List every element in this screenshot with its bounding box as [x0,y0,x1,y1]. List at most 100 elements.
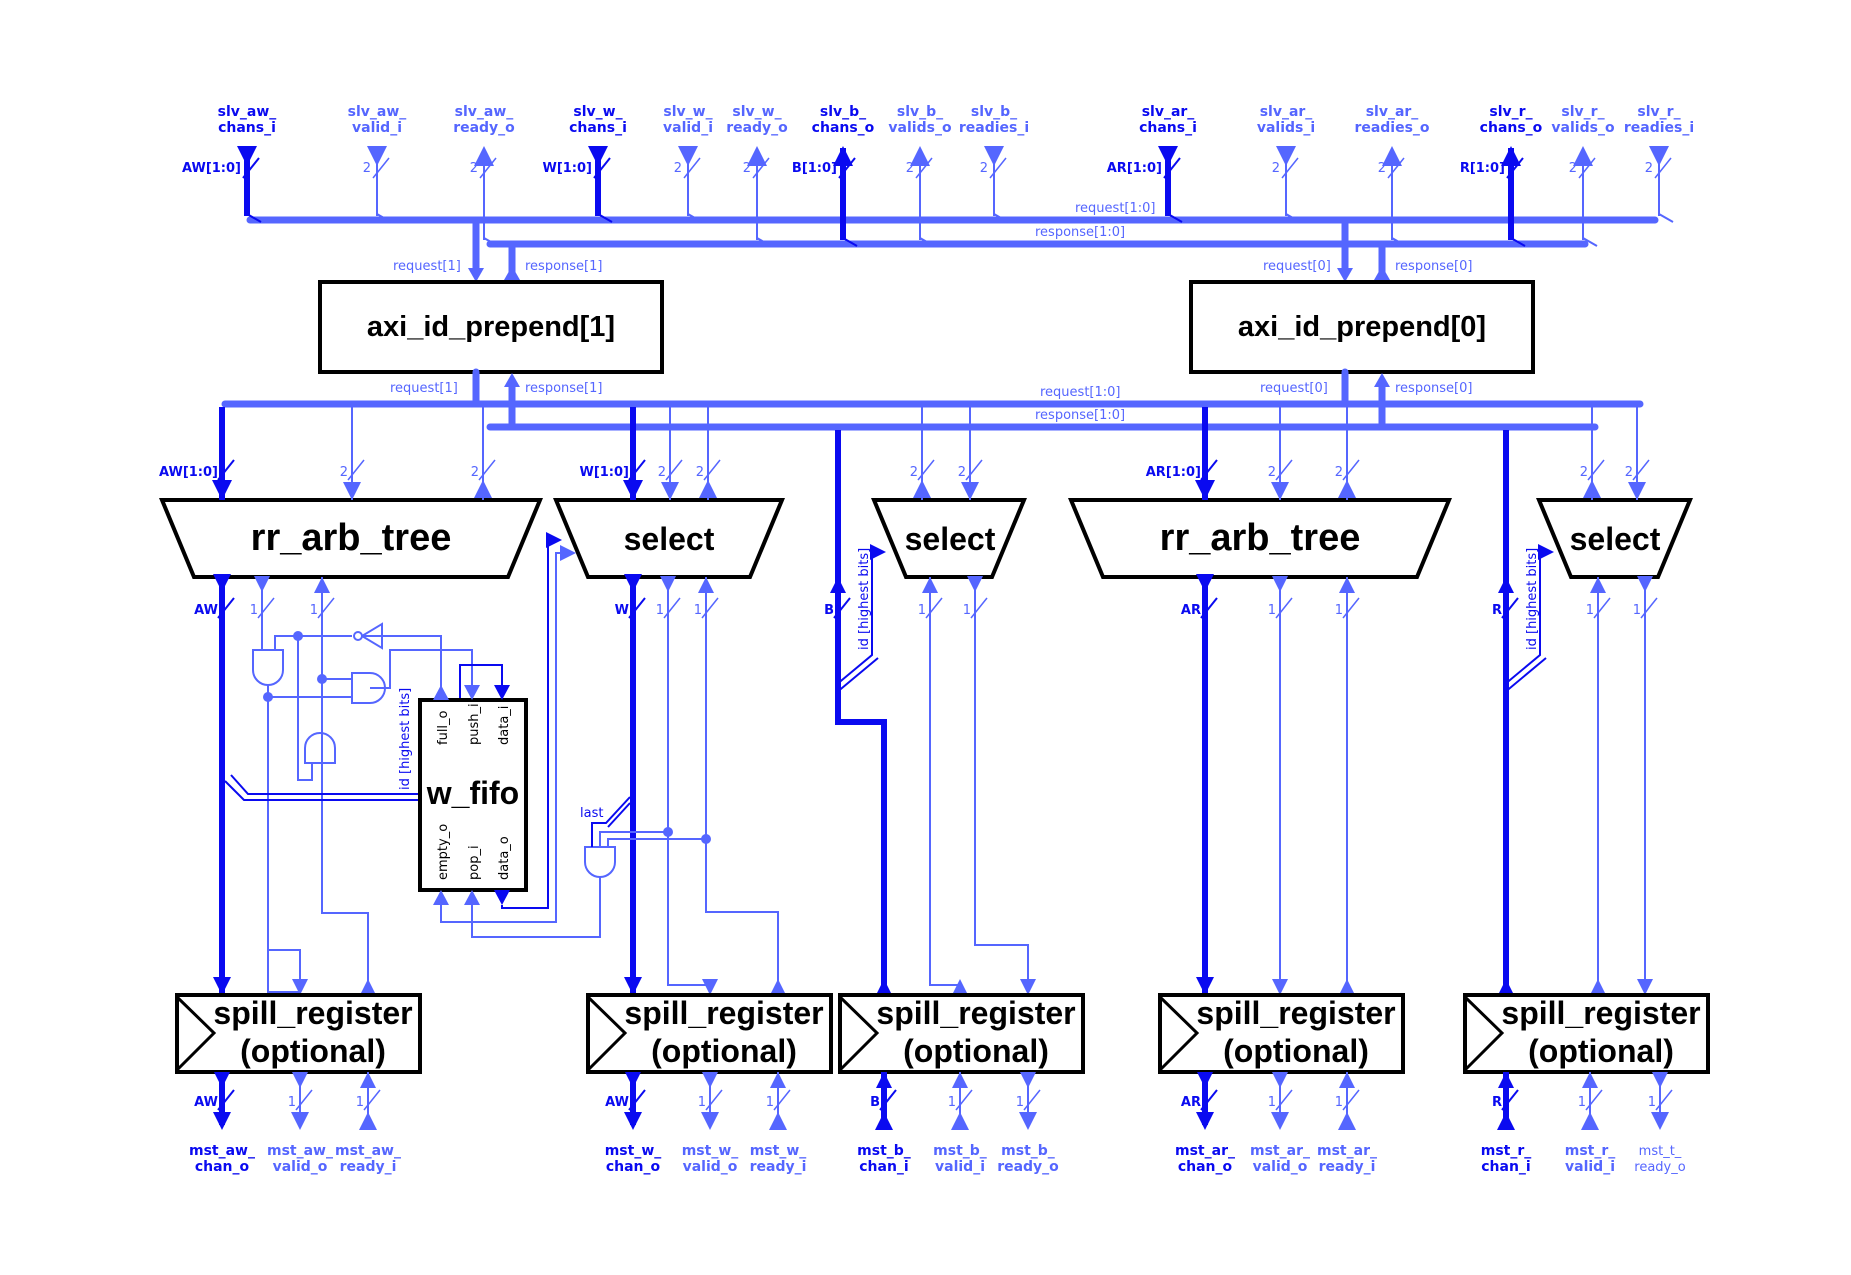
aw-rr-arb-tree[interactable]: rr_arb_tree [159,498,543,579]
mux-input-width: AW[1:0] [159,465,218,480]
master-port-label: ready_o [997,1159,1059,1175]
prepend1-title: axi_id_prepend[1] [367,311,615,343]
slave-port-slv_ar_valids_i[interactable]: 2 [1272,146,1301,223]
prepend1-resp-in-label: response[1] [525,259,602,274]
master-port-wires: AW 1 1 AW 1 1 B 1 1 AR 1 1 R 1 1 [194,1072,1673,1130]
slave-port-slv_ar_readies_o[interactable]: 2 [1378,146,1407,247]
axi-mux-block-diagram: request[1:0] response[1:0] request[1:0] … [159,104,1710,1175]
master-port-mst_ar_valid_o[interactable]: 1 [1268,1072,1293,1130]
master-port-width: 1 [698,1095,706,1110]
slave-port-slv_r_valids_o[interactable]: 2 [1569,146,1598,247]
slave-port-label: slv_ar_ [1260,104,1313,120]
fifo-port-data-o: data_o [497,836,512,880]
spill-register-3[interactable]: spill_register(optional) [1158,993,1405,1074]
master-port-mst_t_ready_o[interactable]: 1 [1648,1072,1673,1130]
slave-port-label: readies_i [959,120,1029,136]
slave-port-slv_b_chans_o[interactable]: B[1:0] [792,146,858,247]
master-port-width: 1 [356,1095,364,1110]
master-port-mst_r_chan_i[interactable]: R [1492,1072,1519,1130]
mux-input-width: 2 [1580,465,1588,480]
b-select[interactable]: select [871,498,1027,579]
slave-port-wires: AW[1:0] 2 2 W[1:0] 2 2 B[1:0] 2 2 AR[1:0] 2 2 R[1:0]… [182,146,1674,247]
master-port-label: chan_i [859,1159,908,1175]
slave-port-label: slv_aw_ [455,104,514,120]
spill-subtitle: (optional) [1528,1033,1674,1069]
prepend1-req-out-label: request[1] [390,381,458,396]
master-port-mst_r_valid_i[interactable]: 1 [1578,1072,1603,1130]
master-port-mst_b_valid_i[interactable]: 1 [948,1072,973,1130]
spill-register-0[interactable]: spill_register(optional) [175,993,422,1074]
fifo-port-pop: pop_i [467,845,482,880]
master-port-mst_ar_chan_o[interactable]: AR [1181,1072,1218,1130]
fifo-title: w_fifo [426,775,519,811]
master-port-mst_ar_ready_i[interactable]: 1 [1335,1072,1360,1130]
mux-output-wire: 1 [656,576,718,995]
master-port-label: mst_ar_ [1175,1143,1235,1159]
mux-output-wire: 1 [918,577,968,995]
r-select[interactable]: select [1536,498,1693,579]
master-port-mst_b_ready_o[interactable]: 1 [1016,1072,1041,1130]
mux-input-wire: 2 [1625,407,1650,500]
top-response-bus-label: response[1:0] [1035,225,1125,240]
slave-port-slv_w_chans_i[interactable]: W[1:0] [542,146,613,223]
spill-title: spill_register [1501,995,1700,1031]
slave-port-width: 2 [470,161,478,176]
mid-request-bus-label: request[1:0] [1040,385,1120,400]
axi-id-prepend-0[interactable]: request[0] response[0] axi_id_prepend[0]… [1189,216,1535,431]
master-port-width: AW [605,1095,629,1110]
slave-port-slv_aw_chans_i[interactable]: AW[1:0] [182,146,262,223]
slave-port-label: chans_i [1139,120,1197,136]
mux-input-width: 2 [1335,465,1343,480]
fifo-port-full: full_o [436,710,451,745]
master-port-label: valid_o [1253,1159,1308,1175]
master-port-label: valid_o [683,1159,738,1175]
slave-port-label: slv_b_ [820,104,866,120]
master-port-mst_w_ready_i[interactable]: 1 [766,1072,791,1130]
master-port-mst_aw_ready_i[interactable]: 1 [356,1072,381,1130]
slave-port-slv_r_readies_i[interactable]: 2 [1645,146,1674,223]
master-port-mst_b_chan_i[interactable]: B [870,1072,897,1130]
slave-port-labels: slv_aw_chans_islv_aw_valid_islv_aw_ready… [218,104,1694,136]
slave-port-slv_w_valid_i[interactable]: 2 [674,146,703,223]
master-port-mst_aw_chan_o[interactable]: AW [194,1072,235,1130]
r-id-note: id [highest bits] [1525,548,1540,650]
slave-port-label: slv_aw_ [348,104,407,120]
master-port-label: mst_b_ [1001,1143,1055,1159]
axi-id-prepend-1[interactable]: request[1] response[1] axi_id_prepend[1]… [318,216,664,431]
slave-port-slv_aw_valid_i[interactable]: 2 [363,146,392,223]
slave-port-slv_b_readies_i[interactable]: 2 [980,146,1009,223]
slave-port-label: valids_i [1257,120,1315,136]
master-port-label: mst_b_ [857,1143,911,1159]
mux-input-width: 2 [471,465,479,480]
master-port-label: mst_w_ [682,1143,739,1159]
mux-input-width: W[1:0] [579,465,629,480]
ar-rr-arb-tree[interactable]: rr_arb_tree [1068,498,1452,579]
master-port-mst_w_valid_o[interactable]: 1 [698,1072,723,1130]
prepend0-resp-out-label: response[0] [1395,381,1472,396]
mux-output-width: 1 [963,603,971,618]
slave-port-slv_r_chans_o[interactable]: R[1:0] [1460,146,1526,247]
master-port-label: mst_r_ [1481,1143,1532,1159]
aw-arb-title: rr_arb_tree [251,517,452,559]
prepend1-req-in-label: request[1] [393,259,461,274]
slave-port-width: 2 [1272,161,1280,176]
mux-output-width: 1 [1335,603,1343,618]
master-port-mst_w_chan_o[interactable]: AW [605,1072,646,1130]
slave-port-slv_w_ready_o[interactable]: 2 [743,146,772,247]
spill-register-4[interactable]: spill_register(optional) [1463,993,1710,1074]
slave-port-slv_b_valids_o[interactable]: 2 [906,146,935,247]
mux-input-wire: 2 [910,407,935,500]
prepend0-resp-in-label: response[0] [1395,259,1472,274]
master-port-width: 1 [766,1095,774,1110]
prepend0-title: axi_id_prepend[0] [1238,311,1486,343]
spill-register-2[interactable]: spill_register(optional) [838,993,1085,1074]
mux-output-wire: 1 [963,576,1036,995]
spill-register-1[interactable]: spill_register(optional) [586,993,833,1074]
master-port-mst_aw_valid_o[interactable]: 1 [288,1072,313,1130]
slave-port-label: slv_b_ [897,104,943,120]
master-port-width: AW [194,1095,218,1110]
w-select[interactable]: select [553,498,785,579]
mux-input-width: 2 [1268,465,1276,480]
mux-output-width: W [615,603,629,618]
spill-subtitle: (optional) [1223,1033,1369,1069]
